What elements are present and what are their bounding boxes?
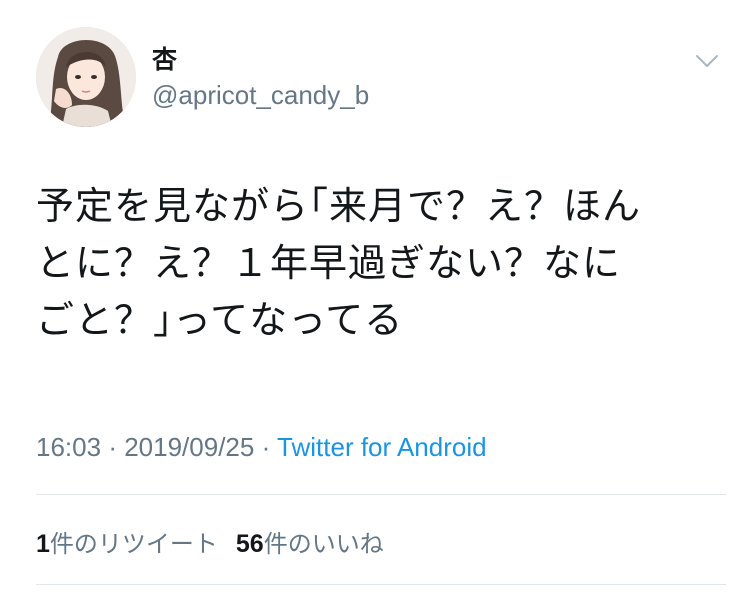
tweet-stats: 1件のリツイート 56件のいいね	[36, 524, 384, 559]
tweet-time[interactable]: 16:03	[36, 432, 101, 462]
tweet-source-link[interactable]: Twitter for Android	[277, 432, 487, 462]
display-name[interactable]: 杏	[152, 40, 177, 76]
like-count-link[interactable]: 56件のいいね	[236, 524, 384, 559]
chevron-down-icon	[696, 55, 718, 67]
retweet-count-link[interactable]: 1件のリツイート	[36, 524, 218, 559]
tweet-date[interactable]: 2019/09/25	[124, 432, 254, 462]
like-count: 56	[235, 530, 264, 558]
divider	[36, 494, 726, 495]
tweet-text: 予定を見ながら｢来月で？え？ほん とに？え？１年早過ぎない？なに ごと？｣ってな…	[36, 184, 642, 342]
tweet-meta: 16:03 · 2019/09/25 · Twitter for Android	[36, 432, 487, 463]
avatar[interactable]	[36, 27, 136, 127]
retweet-label: 件のリツイート	[49, 530, 218, 558]
retweet-count: 1	[36, 530, 50, 558]
divider	[36, 584, 726, 585]
meta-separator: ·	[108, 432, 117, 462]
avatar-illustration	[36, 27, 136, 127]
user-handle[interactable]: @apricot_candy_b	[152, 80, 369, 111]
tweet-menu-button[interactable]	[692, 48, 722, 74]
meta-separator: ·	[261, 432, 271, 462]
like-label: 件のいいね	[263, 530, 384, 558]
